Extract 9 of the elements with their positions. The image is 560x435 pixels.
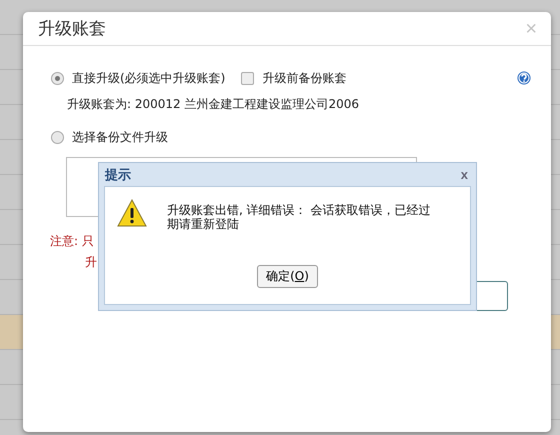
target-account-text: 升级账套为: 200012 兰州金建工程建设监理公司2006: [67, 96, 360, 113]
option-label: 选择备份文件升级: [72, 128, 168, 146]
note-text: 升: [85, 254, 98, 271]
dialog-title: 升级账套: [38, 18, 106, 40]
note-text: 注意: 只: [50, 233, 95, 250]
option-label: 升级前备份账套: [262, 70, 346, 86]
option-label: 直接升级(必须选中升级账套): [72, 70, 226, 86]
error-message: 升级账套出错, 详细错误： 会话获取错误，已经过期请重新登陆: [167, 203, 432, 231]
alert-title: 提示: [105, 166, 131, 184]
